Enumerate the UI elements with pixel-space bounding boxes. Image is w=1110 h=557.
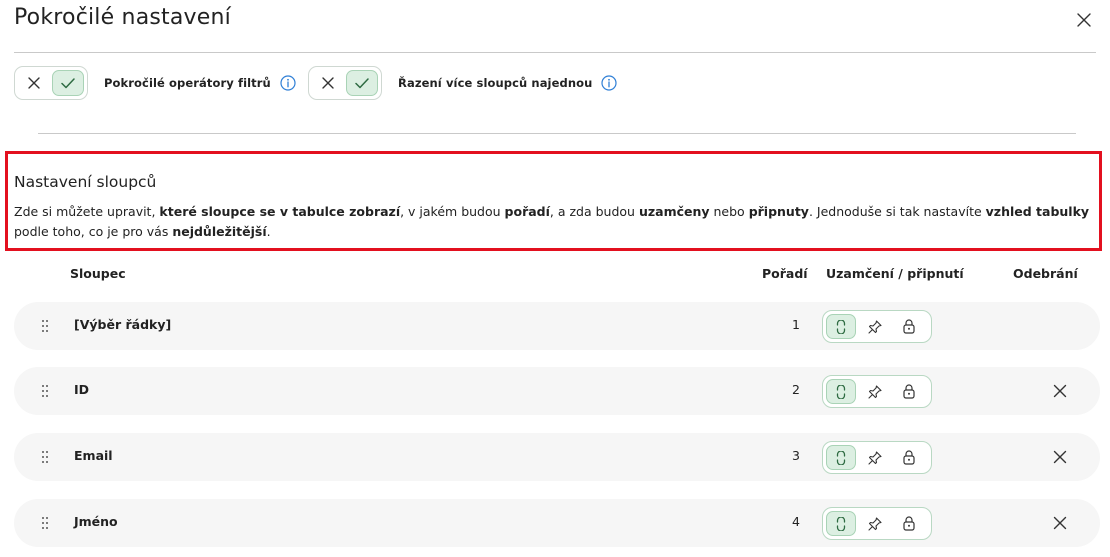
pin-option[interactable] (860, 379, 890, 404)
column-header-name: Sloupec (70, 266, 126, 281)
drag-handle-icon[interactable] (41, 384, 49, 398)
pin-icon (868, 516, 882, 531)
column-order: 3 (792, 448, 800, 463)
lock-pin-group (822, 310, 932, 343)
lock-icon (903, 450, 915, 465)
table-row: Email 3 (14, 433, 1100, 481)
info-icon[interactable] (280, 75, 296, 91)
lock-option[interactable] (894, 445, 924, 470)
lock-pin-group (822, 441, 932, 474)
drag-handle-icon[interactable] (41, 450, 49, 464)
unlocked-option[interactable] (826, 445, 856, 470)
toggle-on-option[interactable] (52, 70, 84, 96)
unlock-icon (836, 319, 846, 334)
unlock-icon (836, 450, 846, 465)
column-order: 1 (792, 317, 800, 332)
close-icon[interactable] (1076, 12, 1092, 28)
table-row: [Výběr řádky] 1 (14, 302, 1100, 350)
toggle-label: Pokročilé operátory filtrů (104, 76, 271, 90)
column-order: 4 (792, 514, 800, 529)
column-name: [Výběr řádky] (74, 317, 172, 332)
drag-handle-icon[interactable] (41, 516, 49, 530)
x-icon (322, 77, 334, 89)
table-row: ID 2 (14, 367, 1100, 415)
lock-icon (903, 516, 915, 531)
remove-icon[interactable] (1053, 450, 1067, 464)
check-icon (355, 77, 369, 88)
section-title: Nastavení sloupců (14, 173, 157, 191)
column-name: Email (74, 448, 113, 463)
lock-pin-group (822, 507, 932, 540)
lock-icon (903, 384, 915, 399)
lock-option[interactable] (894, 379, 924, 404)
column-header-lock: Uzamčení / připnutí (826, 266, 964, 281)
table-row: Jméno 4 (14, 499, 1100, 547)
pin-option[interactable] (860, 511, 890, 536)
multi-sort-toggle[interactable] (308, 66, 382, 100)
top-divider (14, 52, 1096, 53)
remove-icon[interactable] (1053, 516, 1067, 530)
unlock-icon (836, 384, 846, 399)
dialog-title: Pokročilé nastavení (14, 5, 231, 30)
toggle-label: Řazení více sloupců najednou (398, 76, 593, 90)
lock-option[interactable] (894, 511, 924, 536)
section-description: Zde si můžete upravit, které sloupce se … (14, 204, 1090, 239)
lock-option[interactable] (894, 314, 924, 339)
column-order: 2 (792, 382, 800, 397)
column-name: Jméno (74, 514, 118, 529)
unlocked-option[interactable] (826, 511, 856, 536)
unlocked-option[interactable] (826, 314, 856, 339)
column-header-remove: Odebrání (1013, 266, 1078, 281)
pin-option[interactable] (860, 445, 890, 470)
unlocked-option[interactable] (826, 379, 856, 404)
info-icon[interactable] (601, 75, 618, 91)
toggle-off-option[interactable] (312, 70, 343, 96)
toggle-group-advanced-filters: Pokročilé operátory filtrů (14, 66, 296, 100)
check-icon (61, 77, 75, 88)
toggle-group-multi-sort: Řazení více sloupců najednou (308, 66, 618, 100)
drag-handle-icon[interactable] (41, 319, 49, 333)
pin-icon (868, 450, 882, 465)
toggle-off-option[interactable] (18, 70, 49, 96)
pin-option[interactable] (860, 314, 890, 339)
column-name: ID (74, 382, 90, 397)
pin-icon (868, 319, 882, 334)
x-icon (28, 77, 40, 89)
column-header-order: Pořadí (762, 266, 808, 281)
toggle-on-option[interactable] (346, 70, 378, 96)
lock-icon (903, 319, 915, 334)
advanced-filters-toggle[interactable] (14, 66, 88, 100)
lock-pin-group (822, 375, 932, 408)
unlock-icon (836, 516, 846, 531)
remove-icon[interactable] (1053, 384, 1067, 398)
pin-icon (868, 384, 882, 399)
section-divider (38, 133, 1076, 134)
